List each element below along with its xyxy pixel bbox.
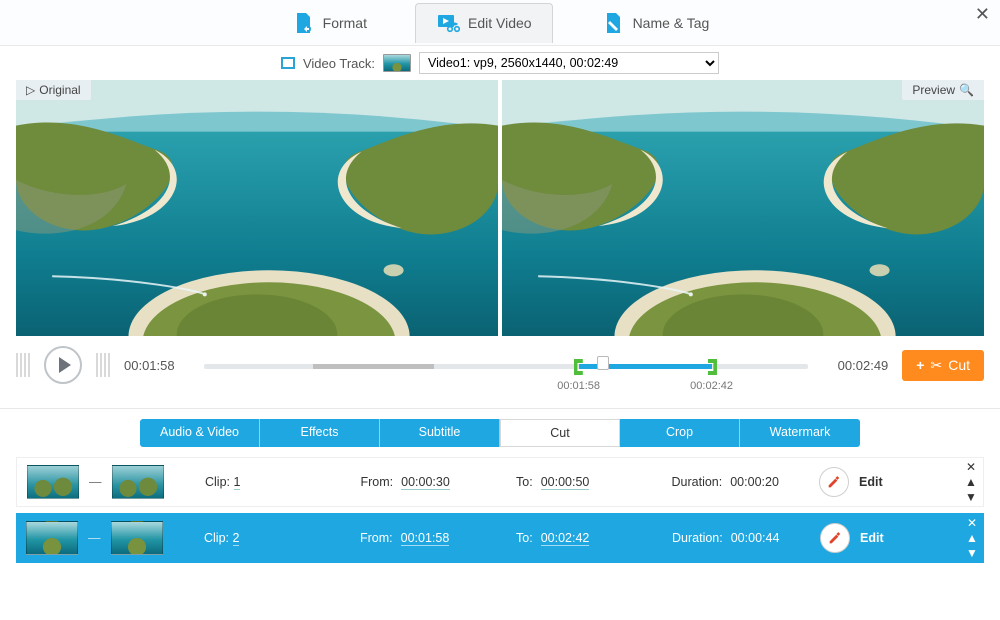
- cut-button[interactable]: + ✂ Cut: [902, 350, 984, 381]
- subtab-cut[interactable]: Cut: [500, 419, 620, 447]
- subtab-subtitle[interactable]: Subtitle: [380, 419, 500, 447]
- play-button[interactable]: [44, 346, 82, 384]
- subtab-watermark[interactable]: Watermark: [740, 419, 860, 447]
- clip-duration: 00:00:20: [730, 475, 779, 489]
- clip-from[interactable]: 00:00:30: [401, 475, 450, 490]
- cut-button-label: Cut: [948, 357, 970, 373]
- seek-track[interactable]: 00:01:58 00:02:42: [204, 357, 808, 377]
- preview-pane: Preview 🔍: [502, 80, 984, 336]
- time-position: 00:01:58: [124, 358, 190, 373]
- video-track-select[interactable]: Video1: vp9, 2560x1440, 00:02:49: [419, 52, 719, 74]
- clip-row[interactable]: — Clip: 1 From:00:00:30 To:00:00:50 Dura…: [16, 457, 984, 507]
- sel-end-time: 00:02:42: [690, 380, 733, 392]
- video-track-label: Video Track:: [303, 56, 375, 71]
- edit-label: Edit: [859, 475, 883, 489]
- clip-thumb-start: [26, 521, 78, 555]
- playhead-handle[interactable]: [597, 356, 609, 370]
- clip-duration: 00:00:44: [731, 531, 780, 545]
- move-down-icon[interactable]: ▼: [965, 490, 977, 504]
- original-pane: ▷ Original: [16, 80, 498, 336]
- monitor-icon: [281, 57, 295, 69]
- tab-edit-video[interactable]: Edit Video: [415, 3, 553, 43]
- tab-format[interactable]: Format: [271, 3, 387, 43]
- plus-icon: +: [916, 357, 924, 373]
- grip-left[interactable]: [16, 353, 30, 377]
- edit-clip-button[interactable]: [820, 523, 850, 553]
- format-icon: [291, 12, 315, 34]
- subtab-effects[interactable]: Effects: [260, 419, 380, 447]
- subtab-crop[interactable]: Crop: [620, 419, 740, 447]
- time-total: 00:02:49: [822, 358, 888, 373]
- clip-thumb-end: [111, 521, 163, 555]
- scissors-icon: ✂: [930, 357, 942, 374]
- edit-label: Edit: [860, 531, 884, 545]
- subtab-audio-video[interactable]: Audio & Video: [140, 419, 260, 447]
- range-dash: —: [88, 531, 101, 545]
- clip-list: — Clip: 1 From:00:00:30 To:00:00:50 Dura…: [0, 447, 1000, 563]
- range-dash: —: [89, 475, 102, 489]
- clip-to[interactable]: 00:00:50: [541, 475, 590, 490]
- clip-from[interactable]: 00:01:58: [401, 531, 450, 546]
- dual-preview: ▷ Original Preview 🔍: [0, 80, 1000, 336]
- tab-edit-video-label: Edit Video: [468, 15, 532, 31]
- move-up-icon[interactable]: ▲: [965, 475, 977, 489]
- grip-right[interactable]: [96, 353, 110, 377]
- clip-number[interactable]: 2: [233, 531, 240, 546]
- video-track-row: Video Track: Video1: vp9, 2560x1440, 00:…: [0, 46, 1000, 80]
- clip-thumb-end: [112, 465, 164, 499]
- top-tab-bar: Format Edit Video Name & Tag ✕: [0, 0, 1000, 46]
- move-up-icon[interactable]: ▲: [966, 531, 978, 545]
- magnify-icon: 🔍: [959, 83, 974, 97]
- clip-number[interactable]: 1: [234, 475, 241, 490]
- clip-to[interactable]: 00:02:42: [541, 531, 590, 546]
- remove-clip-icon[interactable]: ✕: [967, 516, 977, 530]
- sel-start-time: 00:01:58: [557, 380, 600, 392]
- preview-label[interactable]: Preview 🔍: [902, 80, 984, 100]
- tab-name-tag[interactable]: Name & Tag: [581, 3, 730, 43]
- close-icon[interactable]: ✕: [975, 4, 990, 25]
- play-tri-icon: ▷: [26, 83, 35, 97]
- remove-clip-icon[interactable]: ✕: [966, 460, 976, 474]
- tab-format-label: Format: [323, 15, 367, 31]
- name-tag-icon: [601, 12, 625, 34]
- player-bar: 00:01:58 00:01:58 00:02:42 00:02:49 + ✂ …: [0, 336, 1000, 409]
- original-label[interactable]: ▷ Original: [16, 80, 91, 100]
- edit-sub-tabs: Audio & Video Effects Subtitle Cut Crop …: [0, 409, 1000, 447]
- clip-row[interactable]: — Clip: 2 From:00:01:58 To:00:02:42 Dura…: [16, 513, 984, 563]
- move-down-icon[interactable]: ▼: [966, 546, 978, 560]
- clip-thumb-start: [27, 465, 79, 499]
- tab-name-tag-label: Name & Tag: [633, 15, 710, 31]
- edit-clip-button[interactable]: [819, 467, 849, 497]
- edit-video-icon: [436, 12, 460, 34]
- track-thumb: [383, 54, 411, 72]
